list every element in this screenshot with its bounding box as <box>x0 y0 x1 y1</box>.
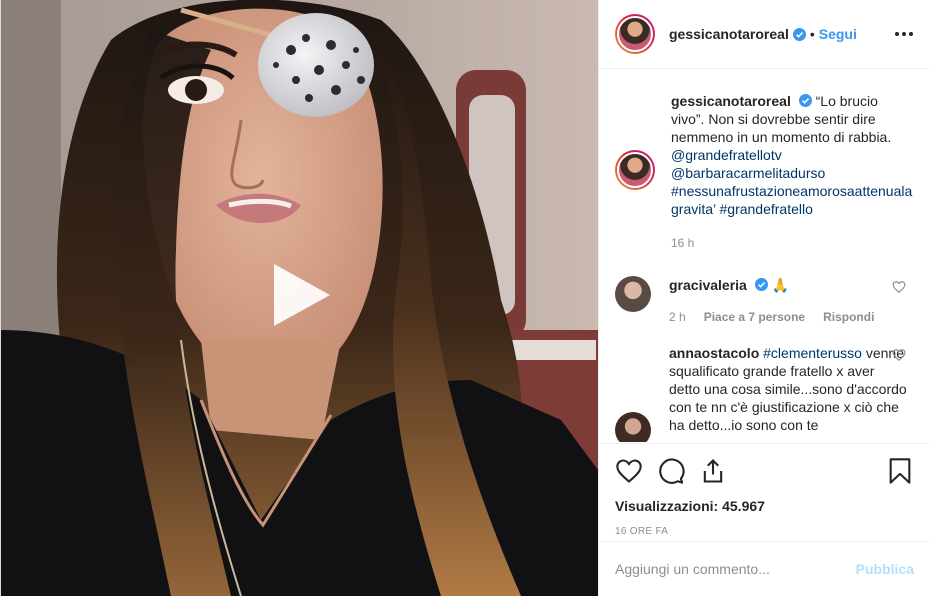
comment-body: annaostacolo #clementerusso venne squali… <box>669 344 909 442</box>
share-icon[interactable] <box>699 457 727 485</box>
comment-username[interactable]: annaostacolo <box>669 345 759 361</box>
add-comment-bar: Pubblica <box>599 541 929 596</box>
post-side-panel: gessicanotaroreal • Segui gessicanotaror… <box>598 0 929 596</box>
comment-icon[interactable] <box>657 457 685 485</box>
comment-username[interactable]: gracivaleria <box>669 277 747 293</box>
reply-button[interactable]: Rispondi <box>823 308 874 326</box>
comment-likes[interactable]: Piace a 7 persone <box>704 308 805 326</box>
caption-body: gessicanotaroreal “Lo brucio vivo”. Non … <box>671 92 912 252</box>
video-player[interactable] <box>1 0 598 596</box>
comment-input[interactable] <box>615 561 856 577</box>
comment-like-heart-icon[interactable] <box>892 348 906 362</box>
post-actions: Visualizzazioni: 45.967 16 ORE FA <box>599 443 929 537</box>
comment-body: gracivaleria 🙏 2 h Piace a 7 persone Ris… <box>669 276 909 326</box>
header-separator: • <box>809 26 815 42</box>
verified-badge-icon <box>754 278 768 291</box>
views-count[interactable]: Visualizzazioni: 45.967 <box>615 498 914 514</box>
hashtag-links[interactable]: #nessunafrustazioneamorosaattenuala grav… <box>671 183 912 217</box>
comment-avatar[interactable] <box>615 412 651 442</box>
comment-item: annaostacolo #clementerusso venne squali… <box>615 344 914 442</box>
comments-list[interactable]: gessicanotaroreal “Lo brucio vivo”. Non … <box>599 70 929 442</box>
caption-avatar[interactable] <box>615 150 655 190</box>
more-horizontal-icon[interactable] <box>894 24 914 44</box>
mention-link[interactable]: @grandefratellotv <box>671 147 782 163</box>
caption: gessicanotaroreal “Lo brucio vivo”. Non … <box>615 92 914 252</box>
post-header: gessicanotaroreal • Segui <box>599 0 929 69</box>
author-avatar[interactable] <box>615 14 655 54</box>
verified-badge-icon <box>792 27 806 41</box>
comment-avatar[interactable] <box>615 276 651 312</box>
comment-like-heart-icon[interactable] <box>892 280 906 294</box>
caption-time[interactable]: 16 h <box>671 234 694 252</box>
mention-link[interactable]: @barbaracarmelitadurso <box>671 165 825 181</box>
comment-item: gracivaleria 🙏 2 h Piace a 7 persone Ris… <box>615 276 914 326</box>
instagram-post: gessicanotaroreal • Segui gessicanotaror… <box>0 0 929 596</box>
action-icons <box>615 444 914 498</box>
verified-badge-icon <box>798 94 812 107</box>
post-date[interactable]: 16 ORE FA <box>615 526 914 537</box>
bookmark-icon[interactable] <box>886 457 914 485</box>
play-icon[interactable] <box>266 260 336 330</box>
follow-button[interactable]: Segui <box>819 26 857 42</box>
caption-username[interactable]: gessicanotaroreal <box>671 93 791 109</box>
comment-text: 🙏 <box>771 277 790 293</box>
views-number: 45.967 <box>722 498 765 514</box>
publish-button[interactable]: Pubblica <box>856 561 914 577</box>
heart-icon[interactable] <box>615 457 643 485</box>
views-label: Visualizzazioni: <box>615 498 719 514</box>
hashtag-link[interactable]: #clementerusso <box>763 345 862 361</box>
author-username[interactable]: gessicanotaroreal <box>669 26 789 42</box>
comment-time[interactable]: 2 h <box>669 308 686 326</box>
